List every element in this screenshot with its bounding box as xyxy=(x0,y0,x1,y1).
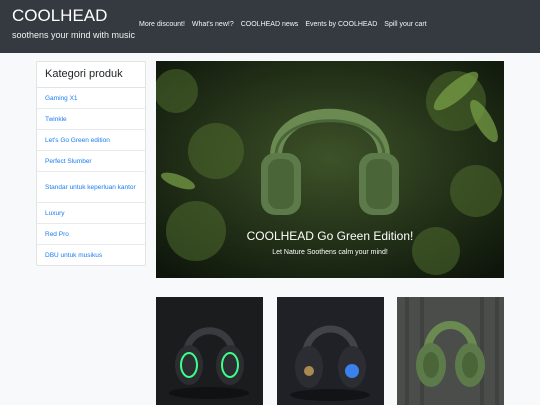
sidebar-item-luxury[interactable]: Luxury xyxy=(37,203,145,224)
hero-carousel[interactable]: COOLHEAD Go Green Edition! Let Nature So… xyxy=(156,61,504,278)
product-card-green-headphones[interactable] xyxy=(397,297,504,405)
sidebar-title: Kategori produk xyxy=(37,62,145,88)
hero-subtitle: Let Nature Soothens calm your mind! xyxy=(272,249,388,256)
brand-title[interactable]: COOLHEAD xyxy=(12,6,107,26)
product-card-twinkle-headphones[interactable] xyxy=(277,297,384,405)
headphones-image xyxy=(277,297,384,405)
headphones-image xyxy=(397,297,504,405)
category-sidebar: Kategori produk Gaming X1 Twinkle Let's … xyxy=(36,61,146,266)
brand-tagline: soothens your mind with music xyxy=(12,30,136,40)
sidebar-item-go-green[interactable]: Let's Go Green edition xyxy=(37,130,145,151)
sidebar-item-gaming-x1[interactable]: Gaming X1 xyxy=(37,88,145,109)
nav-link-coolhead-news[interactable]: COOLHEAD news xyxy=(241,21,299,28)
top-navbar: COOLHEAD soothens your mind with music M… xyxy=(0,0,540,53)
nav-link-events[interactable]: Events by COOLHEAD xyxy=(305,21,377,28)
nav-link-more-discount[interactable]: More discount! xyxy=(139,21,185,28)
nav-link-whats-new[interactable]: What's new!? xyxy=(192,21,234,28)
sidebar-item-dbu-musikus[interactable]: DBU untuk musikus xyxy=(37,245,145,265)
sidebar-item-office[interactable]: Standar untuk keperluan kantor xyxy=(37,172,145,203)
sidebar-item-perfect-slumber[interactable]: Perfect Slumber xyxy=(37,151,145,172)
hero-headphones-image xyxy=(156,61,504,278)
nav-links: More discount! What's new!? COOLHEAD new… xyxy=(139,21,427,28)
sidebar-item-red-pro[interactable]: Red Pro xyxy=(37,224,145,245)
hero-title: COOLHEAD Go Green Edition! xyxy=(246,229,414,243)
nav-link-spill-cart[interactable]: Spill your cart xyxy=(384,21,426,28)
product-card-gaming-headphones[interactable] xyxy=(156,297,263,405)
headphones-image xyxy=(156,297,263,405)
sidebar-item-twinkle[interactable]: Twinkle xyxy=(37,109,145,130)
